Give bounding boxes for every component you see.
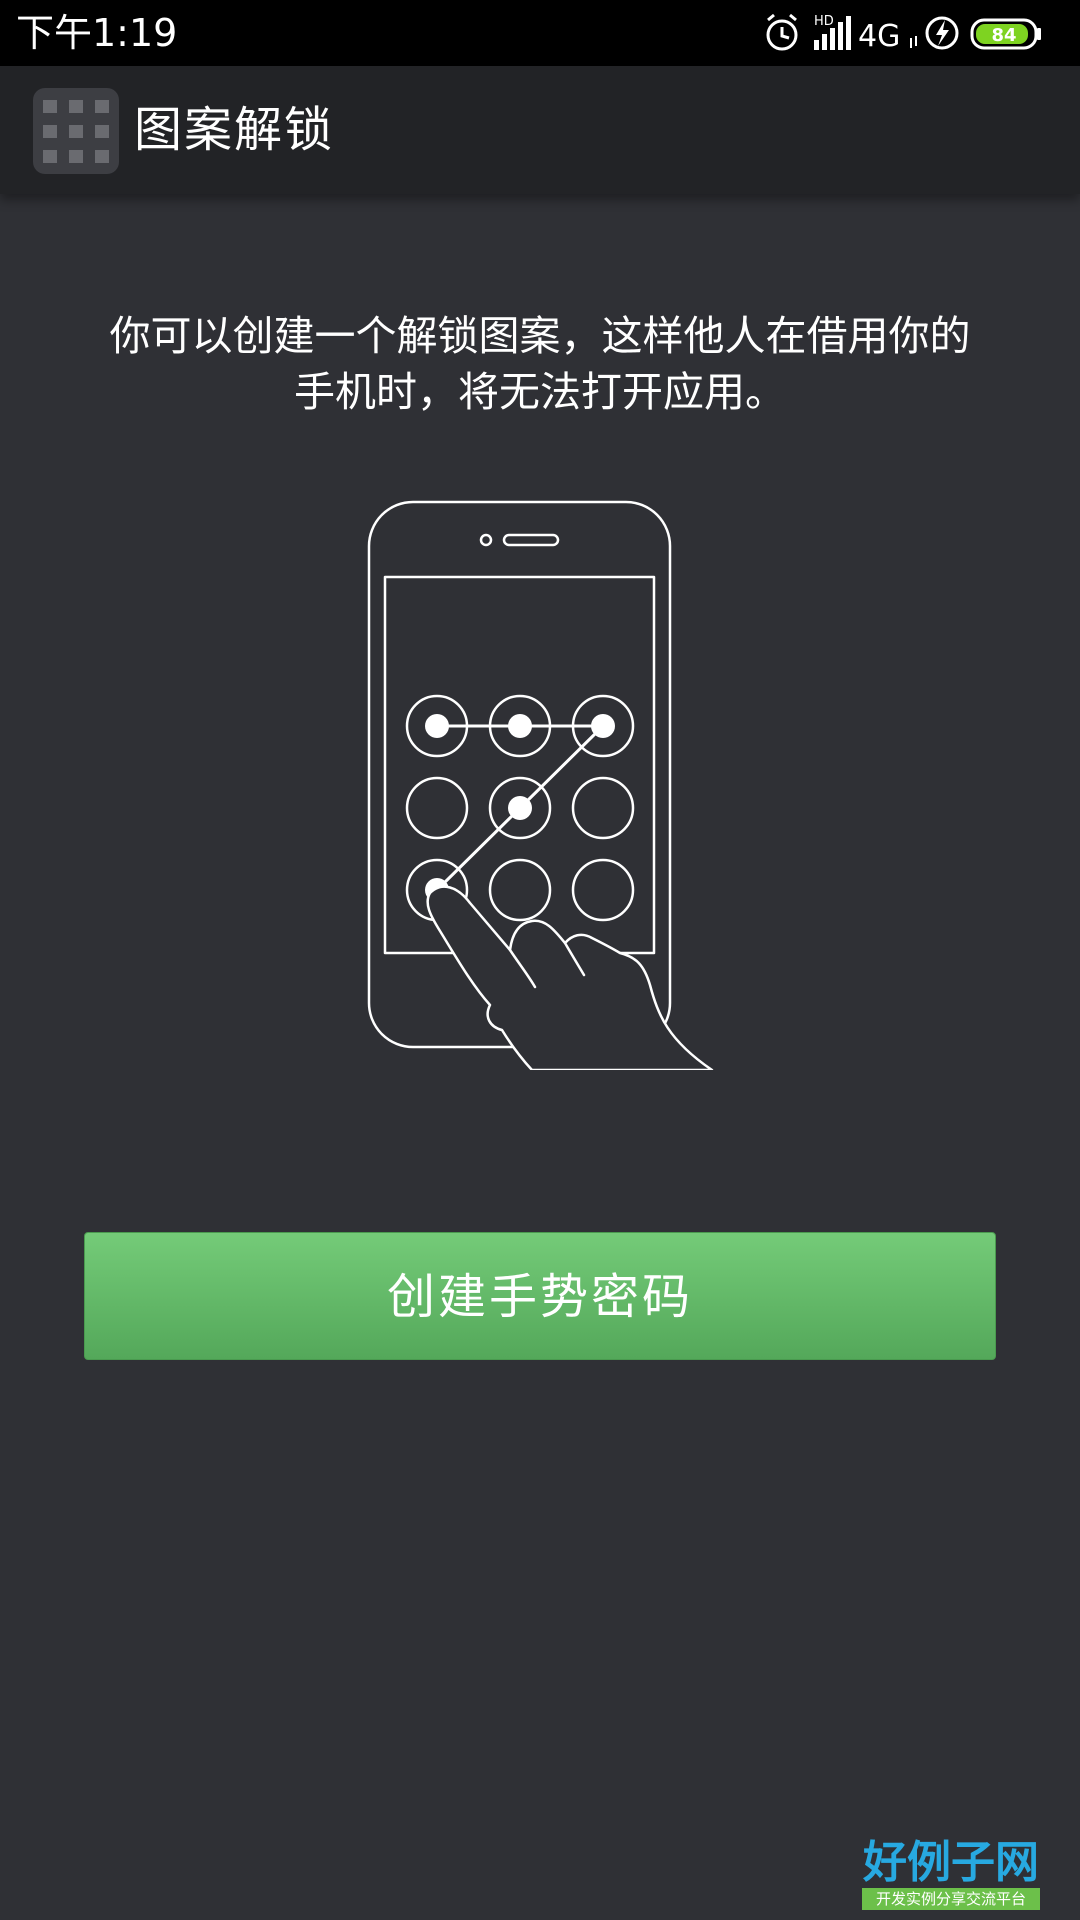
- status-bar: 下午1:19 HD 4G 84: [0, 0, 1080, 66]
- phone-pattern-lock-illustration: [360, 495, 720, 1072]
- description-line-2: 手机时，将无法打开应用。: [294, 368, 786, 416]
- status-time: 下午1:19: [16, 11, 178, 55]
- grid-icon[interactable]: [33, 88, 119, 174]
- description: 你可以创建一个解锁图案，这样他人在借用你的 手机时，将无法打开应用。: [60, 308, 1020, 420]
- watermark-sub: 开发实例分享交流平台: [862, 1888, 1040, 1910]
- alarm-icon: [766, 13, 798, 51]
- watermark-logo: 好例子网 开发实例分享交流平台: [862, 1838, 1040, 1910]
- signal-hd-label: HD: [814, 14, 834, 29]
- data-arrows-icon: [910, 36, 917, 48]
- app-bar: 图案解锁: [0, 66, 1080, 194]
- phone-screen: [383, 575, 656, 955]
- signal-icon: HD: [814, 14, 851, 50]
- page-title: 图案解锁: [134, 102, 335, 158]
- create-gesture-password-button[interactable]: 创建手势密码: [84, 1232, 996, 1360]
- battery-level: 84: [991, 25, 1016, 46]
- status-icons: HD 4G 84: [762, 8, 1062, 58]
- description-line-1: 你可以创建一个解锁图案，这样他人在借用你的: [109, 312, 971, 360]
- battery-icon: 84: [970, 18, 1041, 50]
- charging-icon: [925, 16, 959, 50]
- network-type: 4G: [858, 19, 900, 54]
- watermark-main: 好例子网: [863, 1837, 1039, 1888]
